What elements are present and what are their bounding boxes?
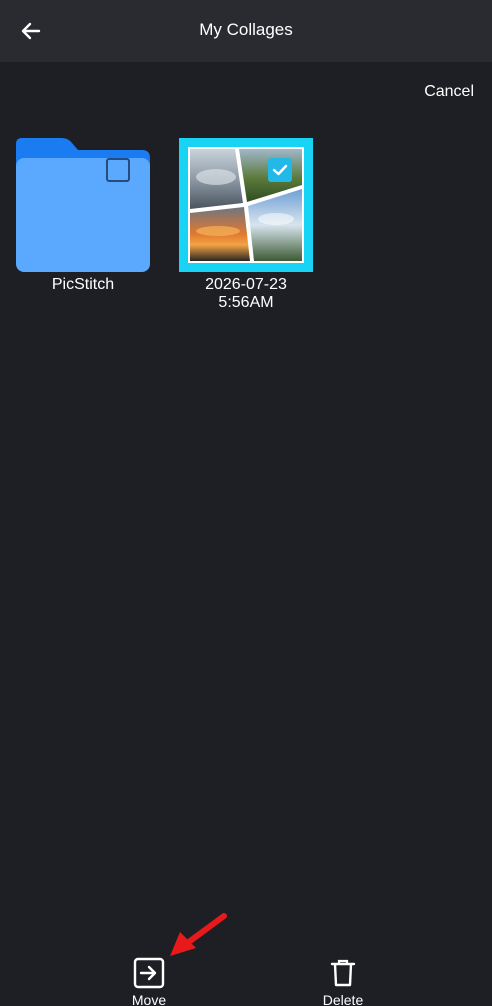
collage-timestamp: 2026-07-23 5:56AM: [179, 276, 313, 312]
collage-select-checkbox[interactable]: [268, 158, 292, 182]
page-title: My Collages: [199, 20, 293, 39]
move-button[interactable]: Move: [126, 956, 172, 1006]
collage-thumbnail-selected[interactable]: [179, 138, 313, 272]
folder-name: PicStitch: [51, 276, 115, 293]
delete-label: Delete: [322, 992, 364, 1006]
folder-item-picstitch[interactable]: PicStitch: [16, 138, 150, 294]
collage-date: 2026-07-23: [205, 276, 287, 293]
check-icon: [272, 164, 288, 176]
collage-item[interactable]: 2026-07-23 5:56AM: [179, 138, 313, 312]
move-label: Move: [131, 992, 167, 1006]
delete-button[interactable]: Delete: [318, 956, 368, 1006]
folder-icon: [16, 138, 150, 272]
folder-thumbnail[interactable]: [16, 138, 150, 272]
collage-time: 5:56AM: [218, 294, 274, 311]
trash-icon: [330, 959, 356, 987]
move-icon: [133, 957, 165, 989]
annotation-arrow-icon: [170, 913, 227, 956]
top-app-bar: My Collages: [0, 0, 492, 62]
cancel-button[interactable]: Cancel: [424, 83, 474, 101]
folder-select-checkbox[interactable]: [106, 158, 130, 182]
